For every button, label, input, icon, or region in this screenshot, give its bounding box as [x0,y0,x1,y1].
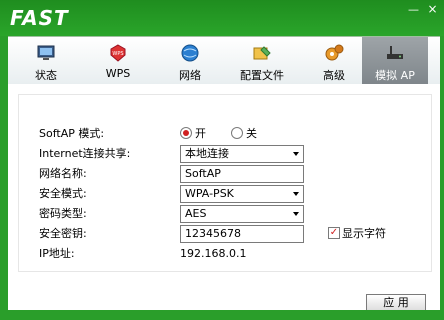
chevron-down-icon [293,212,299,216]
cipher-select[interactable]: AES [180,205,304,223]
svg-text:WPS: WPS [112,51,123,57]
internet-share-label: Internet连接共享: [39,147,131,160]
chevron-down-icon [293,192,299,196]
chevron-down-icon [293,152,299,156]
ssid-row: 网络名称: SoftAP [19,165,431,183]
soft-ap-settings: SoftAP 模式: 开 关 Internet连接共享: 本地连接 网络名称: … [18,94,432,272]
brand-logo: FAST [10,6,69,30]
tab-profile-label: 配置文件 [240,69,284,82]
ip-value: 192.168.0.1 [180,247,247,260]
profile-folder-icon [253,46,271,60]
security-mode-value: WPA-PSK [185,187,234,200]
key-row: 安全密钥: 12345678 ✓ 显示字符 [19,225,431,243]
gears-icon [325,44,344,61]
ip-row: IP地址: 192.168.0.1 [19,245,431,263]
tab-advanced[interactable]: 高级 [304,37,364,85]
softap-off-label: 关 [246,127,257,140]
soft-ap-panel: SoftAP 模式: 开 关 Internet连接共享: 本地连接 网络名称: … [8,84,440,312]
tab-soft-ap[interactable]: 模拟 AP [362,37,428,85]
softap-mode-row: SoftAP 模式: 开 关 [19,125,431,143]
app-window: FAST — × 状态 WPS WPS 网络 配置文件 高级 模拟 AP Sof… [0,0,444,320]
tab-soft-ap-label: 模拟 AP [375,69,415,82]
cipher-value: AES [185,207,207,220]
softap-on-label: 开 [195,127,206,140]
tab-profile[interactable]: 配置文件 [232,37,292,85]
internet-share-row: Internet连接共享: 本地连接 [19,145,431,163]
tab-bar: 状态 WPS WPS 网络 配置文件 高级 模拟 AP [8,36,440,85]
show-chars-label: 显示字符 [342,227,386,240]
minimize-button[interactable]: — [407,4,420,15]
network-globe-icon [181,44,199,62]
tab-advanced-label: 高级 [323,69,345,82]
tab-status[interactable]: 状态 [16,37,76,85]
show-chars-checkbox[interactable]: ✓ [328,227,340,239]
security-mode-select[interactable]: WPA-PSK [180,185,304,203]
cipher-label: 密码类型: [39,207,87,220]
softap-mode-label: SoftAP 模式: [39,127,105,140]
tab-network-label: 网络 [179,69,201,82]
tab-status-label: 状态 [35,69,57,82]
tab-wps[interactable]: WPS WPS [88,37,148,85]
wps-icon: WPS [110,44,126,62]
softap-off-radio[interactable] [231,127,243,139]
softap-on-radio[interactable] [180,127,192,139]
key-label: 安全密钥: [39,227,87,240]
security-key-input[interactable]: 12345678 [180,225,304,243]
radio-selected-dot [183,130,189,136]
monitor-icon [37,45,55,60]
tab-wps-label: WPS [105,67,131,80]
tab-network[interactable]: 网络 [160,37,220,85]
close-button[interactable]: × [426,3,439,15]
bottom-border [0,310,444,320]
ip-label: IP地址: [39,247,75,260]
internet-share-value: 本地连接 [185,147,229,160]
ssid-input[interactable]: SoftAP [180,165,304,183]
cipher-row: 密码类型: AES [19,205,431,223]
security-mode-label: 安全模式: [39,187,87,200]
title-bar: FAST — × [0,0,444,36]
security-mode-row: 安全模式: WPA-PSK [19,185,431,203]
internet-share-select[interactable]: 本地连接 [180,145,304,163]
ssid-label: 网络名称: [39,167,87,180]
router-icon [387,46,403,59]
